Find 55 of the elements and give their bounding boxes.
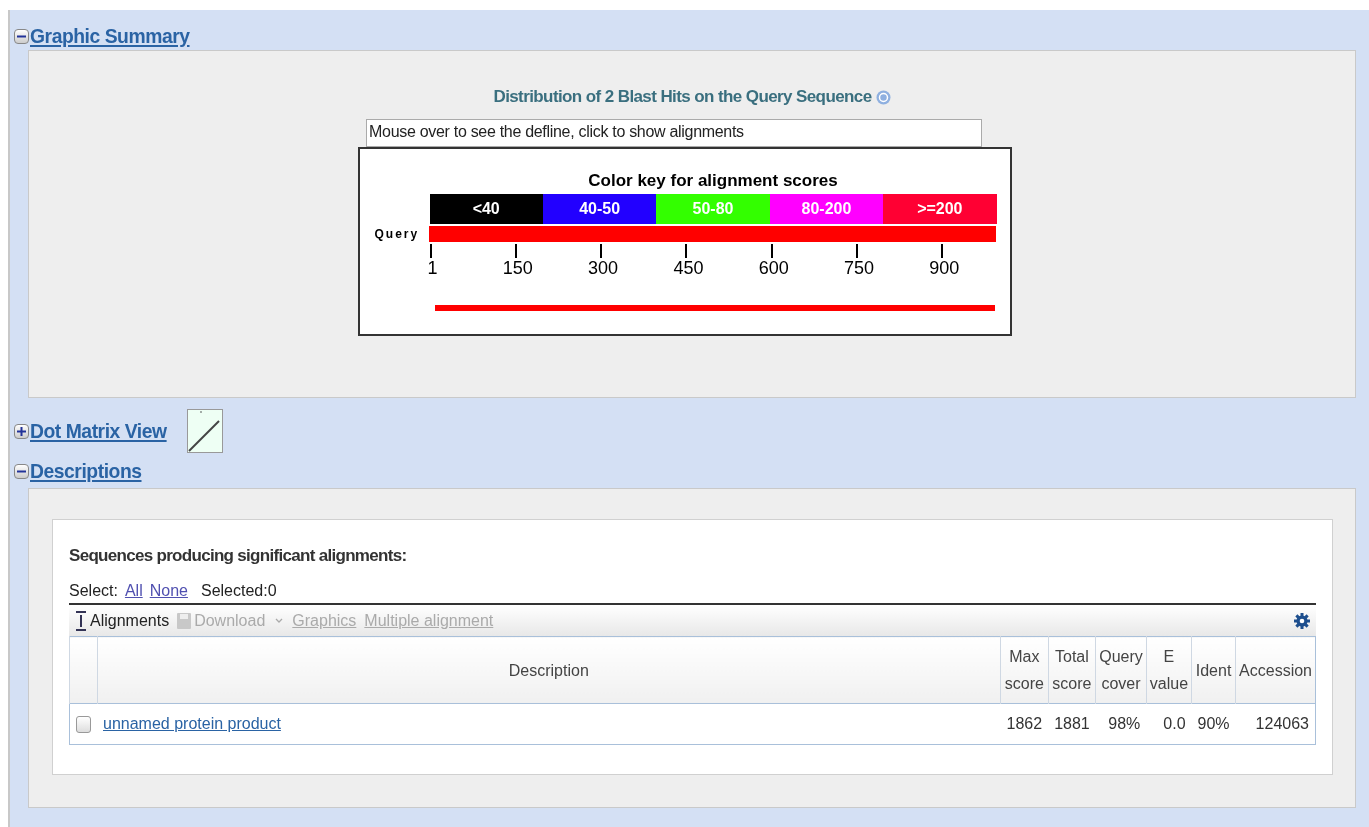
collapse-icon[interactable]	[14, 463, 29, 479]
tick-label: 750	[844, 258, 875, 279]
settings-icon[interactable]	[1294, 612, 1310, 629]
table-cell: 1881	[1048, 703, 1096, 745]
section-link[interactable]: Dot Matrix View	[30, 419, 167, 443]
results-heading: Sequences producing significant alignments:	[69, 546, 408, 566]
select-label: Select:	[69, 582, 118, 600]
tick-mark	[941, 244, 944, 258]
collapse-icon[interactable]	[14, 28, 29, 44]
column-header[interactable]: Accession	[1235, 636, 1316, 704]
tick-label: 450	[673, 258, 704, 279]
color-key-title: Color key for alignment scores	[587, 171, 839, 191]
tick-label: 150	[502, 258, 533, 279]
graphic-title: Distribution of 2 Blast Hits on the Query Sequence	[493, 87, 872, 107]
color-key-segment: 50-80	[656, 194, 770, 224]
color-key-segment: 40-50	[542, 194, 657, 224]
expand-icon[interactable]	[14, 423, 29, 439]
select-link[interactable]: None	[149, 582, 188, 600]
sort-icon	[75, 609, 87, 632]
column-header[interactable]: Ident	[1191, 636, 1236, 704]
tick-label: 1	[427, 258, 438, 279]
color-key-segment: >=200	[883, 194, 997, 224]
table-cell: 1862	[1000, 703, 1049, 745]
query-label: Query	[374, 227, 421, 241]
column-header[interactable]: E value	[1146, 636, 1192, 704]
column-header[interactable]: Description	[97, 636, 1001, 704]
table-cell: 0.0	[1146, 703, 1192, 745]
tick-label: 900	[929, 258, 960, 279]
selected-count: Selected:0	[200, 582, 277, 600]
tick-mark	[600, 244, 603, 258]
dot-matrix-thumbnail[interactable]	[187, 409, 224, 453]
caret-icon	[274, 616, 285, 625]
tick-label: 300	[588, 258, 619, 279]
select-link[interactable]: All	[124, 582, 143, 600]
table-cell: 90%	[1191, 703, 1236, 745]
color-key-segment: 80-200	[769, 194, 884, 224]
description-link[interactable]: unnamed protein product	[103, 715, 281, 732]
column-header[interactable]: Max score	[1000, 636, 1049, 704]
column-header[interactable]: Total score	[1048, 636, 1096, 704]
defline-field: Mouse over to see the defline, click to show alignments	[366, 119, 982, 147]
tick-mark	[514, 244, 517, 258]
section-link[interactable]: Descriptions	[30, 459, 142, 483]
column-header[interactable]: Query cover	[1095, 636, 1147, 704]
tick-mark	[685, 244, 688, 258]
save-icon	[177, 612, 192, 629]
section-link[interactable]: Graphic Summary	[30, 24, 190, 48]
tick-mark	[770, 244, 773, 258]
tick-label: 600	[758, 258, 789, 279]
color-key-segment: <40	[429, 194, 543, 224]
table-cell: 124063	[1235, 703, 1316, 745]
table-cell: 98%	[1095, 703, 1147, 745]
alignments-button[interactable]: Alignments	[75, 609, 170, 632]
tick-mark	[429, 244, 432, 258]
tick-mark	[856, 244, 858, 258]
row-checkbox[interactable]	[76, 716, 91, 734]
